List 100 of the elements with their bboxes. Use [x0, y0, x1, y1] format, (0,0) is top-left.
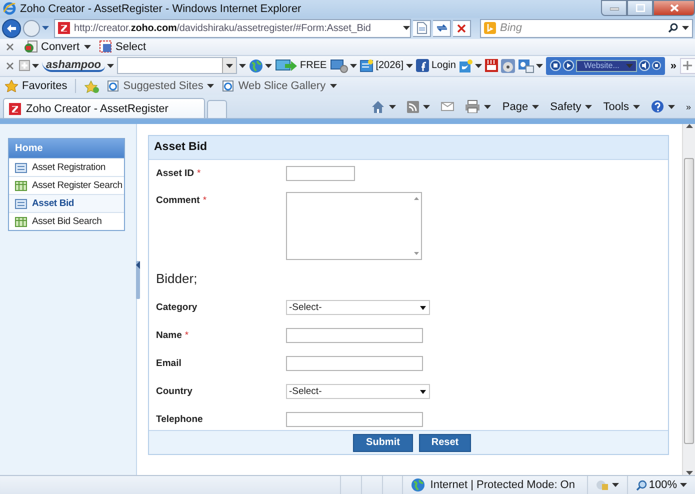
select-button[interactable]: Select: [98, 40, 146, 54]
minimize-icon: [610, 5, 618, 11]
back-button[interactable]: [2, 18, 21, 38]
favorites-link[interactable]: Suggested Sites: [107, 80, 214, 92]
calendar-button[interactable]: [2026]: [360, 59, 404, 72]
favorites-button[interactable]: Favorites: [5, 80, 68, 92]
caret-icon: [207, 84, 214, 88]
comment-field[interactable]: [286, 192, 422, 260]
minimize-button[interactable]: [601, 0, 627, 16]
station-dropdown[interactable]: Website...: [576, 60, 638, 72]
input-field[interactable]: [286, 328, 423, 344]
favicon-icon: [58, 22, 70, 34]
caret-icon: [389, 104, 396, 109]
add-favorite-icon[interactable]: [84, 80, 100, 93]
add-on-icon[interactable]: [19, 60, 30, 72]
form-icon: [15, 198, 27, 209]
arrow-down-icon: [686, 471, 692, 476]
toolbar-logo[interactable]: ashampoo: [42, 60, 106, 72]
feed-icon[interactable]: [407, 100, 420, 113]
play-button-icon[interactable]: [550, 60, 561, 72]
caret-icon: [32, 64, 39, 68]
document-icon: [416, 22, 426, 34]
close-icon: [670, 4, 678, 12]
menu-button[interactable]: Tools: [603, 100, 629, 113]
close-icon: [6, 42, 14, 51]
globe-icon: [411, 478, 426, 492]
more-button[interactable]: »: [670, 60, 677, 72]
next-button-icon[interactable]: [562, 60, 574, 72]
caret-icon: [612, 483, 619, 488]
toolbar-search-field[interactable]: [117, 57, 238, 74]
home-icon[interactable]: [371, 100, 386, 114]
caret-icon: [84, 44, 91, 49]
refresh-button[interactable]: [433, 20, 451, 37]
video-icon[interactable]: [484, 59, 498, 72]
close-button[interactable]: [653, 0, 695, 16]
form-title: Asset Bid: [149, 136, 668, 160]
media-player[interactable]: Website...: [546, 56, 666, 75]
menu-button[interactable]: Page: [502, 100, 528, 113]
free-button[interactable]: FREE: [275, 58, 327, 73]
section-heading: Bidder;: [156, 270, 198, 288]
compatibility-button[interactable]: [413, 20, 431, 37]
input-field[interactable]: [286, 166, 355, 182]
sidebar-item[interactable]: Asset Bid: [9, 194, 124, 212]
maximize-button[interactable]: [627, 0, 653, 16]
arrow-up-icon: [686, 124, 692, 128]
search-field[interactable]: Bing: [500, 22, 664, 34]
search-bar[interactable]: Bing: [480, 18, 693, 38]
printer-icon[interactable]: [465, 100, 480, 114]
caret-icon: [474, 64, 482, 68]
caret-icon: [330, 84, 337, 88]
mail-icon[interactable]: [518, 58, 534, 73]
volume-icon[interactable]: [639, 60, 650, 72]
stop-button[interactable]: [453, 20, 471, 37]
input-field[interactable]: [286, 412, 423, 428]
reset-button[interactable]: Reset: [419, 434, 471, 452]
more-button[interactable]: »: [686, 102, 691, 112]
field-label: Email: [156, 358, 182, 370]
document-convert-icon: [24, 40, 38, 54]
magnifier-icon: [636, 480, 647, 491]
stop-icon[interactable]: [652, 61, 662, 70]
history-dropdown-button[interactable]: [42, 26, 49, 30]
scrollbar[interactable]: [682, 124, 695, 476]
mail-icon[interactable]: [441, 102, 454, 112]
security-zone-text: Internet | Protected Mode: On: [430, 479, 575, 492]
close-toolbar-button[interactable]: [4, 40, 16, 53]
caret-icon: [536, 64, 543, 68]
select-dropdown[interactable]: -Select-: [286, 384, 430, 400]
caret-icon: [632, 104, 640, 109]
browser-tab[interactable]: Zoho Creator - AssetRegister: [3, 98, 205, 118]
search-engine-logo-icon: [484, 22, 496, 34]
form-icon: [15, 162, 27, 173]
scroll-thumb[interactable]: [684, 158, 694, 444]
select-dropdown[interactable]: -Select-: [286, 300, 430, 316]
search-icon: [668, 23, 678, 34]
report-icon: [15, 180, 27, 191]
address-field[interactable]: http://creator.zoho.com/davidshiraku/assetregister/#Form:Asset_Bid: [54, 18, 411, 38]
bird-icon[interactable]: [458, 58, 473, 73]
favorites-link[interactable]: Web Slice Gallery: [222, 80, 337, 92]
select-region-icon: [98, 40, 113, 54]
input-field[interactable]: [286, 356, 423, 372]
disc-icon[interactable]: [500, 58, 515, 73]
globe-icon[interactable]: [249, 58, 264, 73]
menu-button[interactable]: Safety: [550, 100, 582, 113]
login-button[interactable]: Login: [416, 59, 456, 72]
restore-icon: [636, 4, 644, 12]
caret-icon: [420, 390, 426, 394]
field-label: Asset ID *: [156, 168, 202, 180]
webpage-icon: [107, 80, 120, 92]
add-button[interactable]: [680, 58, 695, 74]
gear-monitor-icon[interactable]: [330, 58, 348, 73]
social-network-icon: [416, 59, 428, 72]
browser-logo-icon: [3, 2, 16, 16]
convert-button[interactable]: Convert: [24, 40, 80, 54]
close-toolbar-button[interactable]: [4, 60, 16, 72]
zoom-button[interactable]: 100%: [636, 479, 677, 492]
help-icon[interactable]: [650, 100, 664, 114]
field-label: Name *: [156, 330, 190, 342]
arrow-down-icon: [414, 252, 419, 256]
splitter-handle[interactable]: [136, 261, 140, 300]
submit-button[interactable]: Submit: [353, 434, 413, 452]
